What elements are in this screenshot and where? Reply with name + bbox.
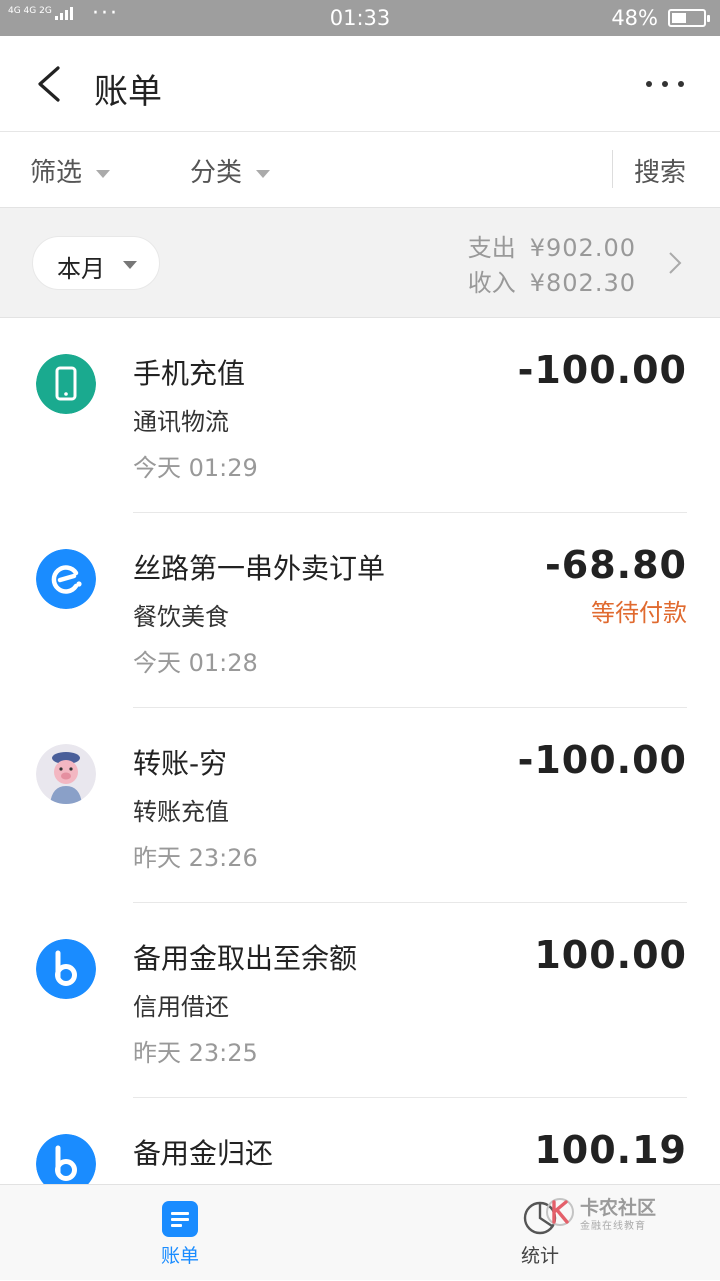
filter-label: 筛选 — [30, 158, 83, 188]
category-label: 分类 — [190, 158, 243, 188]
transaction-time: 今天 01:29 — [133, 454, 258, 482]
transaction-category: 转账充值 — [133, 798, 229, 826]
transaction-row[interactable]: 手机充值 通讯物流 今天 01:29 -100.00 — [0, 318, 720, 513]
transaction-name: 手机充值 — [133, 357, 246, 390]
transaction-row[interactable]: 转账-穷 转账充值 昨天 23:26 -100.00 — [0, 708, 720, 903]
transaction-category: 信用借还 — [133, 993, 229, 1021]
more-menu-icon[interactable] — [642, 72, 690, 96]
income-total: 收入 ¥802.30 — [468, 263, 636, 298]
divider — [612, 150, 613, 188]
chevron-right-icon[interactable] — [668, 251, 682, 275]
expense-label: 支出 — [467, 234, 516, 262]
transaction-amount: 100.19 — [534, 1128, 687, 1172]
filter-dropdown[interactable]: 筛选 — [30, 152, 111, 189]
transaction-amount: -68.80 — [545, 543, 687, 587]
month-summary[interactable]: 本月 支出 ¥902.00 收入 ¥802.30 — [0, 208, 720, 318]
watermark-k-icon — [546, 1198, 574, 1226]
expense-total: 支出 ¥902.00 — [468, 228, 636, 263]
bill-icon — [162, 1201, 198, 1237]
transaction-row[interactable]: 备用金取出至余额 信用借还 昨天 23:25 100.00 — [0, 903, 720, 1098]
back-arrow-icon[interactable] — [30, 62, 70, 106]
search-button[interactable]: 搜索 — [634, 152, 686, 189]
expense-value: ¥902.00 — [529, 234, 636, 262]
phone-icon — [36, 354, 96, 414]
category-dropdown[interactable]: 分类 — [190, 152, 271, 189]
transaction-amount: -100.00 — [517, 738, 687, 782]
app-header: 账单 — [0, 36, 720, 132]
transaction-name: 丝路第一串外卖订单 — [133, 552, 386, 585]
month-label: 本月 — [57, 255, 105, 283]
eleme-icon — [36, 549, 96, 609]
dropdown-triangle-icon — [256, 169, 271, 178]
battery-percent: 48% — [611, 6, 658, 30]
credit-b-icon — [36, 1134, 96, 1184]
tab-stats-label: 统计 — [520, 1245, 559, 1267]
income-label: 收入 — [467, 269, 516, 297]
transaction-category: 通讯物流 — [133, 408, 229, 436]
tab-bill-label: 账单 — [160, 1245, 199, 1267]
watermark-title: 卡农社区 — [580, 1197, 657, 1219]
transaction-name: 备用金归还 — [133, 1137, 274, 1170]
battery-icon — [668, 9, 710, 27]
payment-status: 等待付款 — [591, 599, 687, 627]
month-selector[interactable]: 本月 — [32, 236, 160, 290]
transaction-category: 餐饮美食 — [133, 603, 229, 631]
credit-b-icon — [36, 939, 96, 999]
watermark-subtitle: 金融在线教育 — [580, 1221, 646, 1232]
transaction-row[interactable]: 丝路第一串外卖订单 餐饮美食 今天 01:28 -68.80 等待付款 — [0, 513, 720, 708]
page-title: 账单 — [94, 72, 162, 112]
filter-bar: 筛选 分类 搜索 — [0, 132, 720, 208]
transaction-list: 手机充值 通讯物流 今天 01:29 -100.00 丝路第一串外卖订单 餐饮美… — [0, 318, 720, 1184]
transaction-time: 昨天 23:26 — [133, 844, 258, 872]
transaction-time: 昨天 23:25 — [133, 1039, 258, 1067]
user-avatar — [36, 744, 96, 804]
watermark-logo: 卡农社区 金融在线教育 — [544, 1193, 664, 1233]
transaction-name: 备用金取出至余额 — [133, 942, 358, 975]
transaction-amount: -100.00 — [517, 348, 687, 392]
tab-bill[interactable]: 账单 — [130, 1185, 230, 1281]
transaction-name: 转账-穷 — [133, 747, 228, 780]
status-bar: 4G 4G 2G ··· 01:33 48% — [0, 0, 720, 36]
income-value: ¥802.30 — [529, 269, 636, 297]
dropdown-triangle-icon — [96, 169, 111, 178]
transaction-row[interactable]: 备用金归还 100.19 — [0, 1098, 720, 1184]
transaction-amount: 100.00 — [534, 933, 687, 977]
dropdown-triangle-icon — [123, 261, 137, 269]
transaction-time: 今天 01:28 — [133, 649, 258, 677]
